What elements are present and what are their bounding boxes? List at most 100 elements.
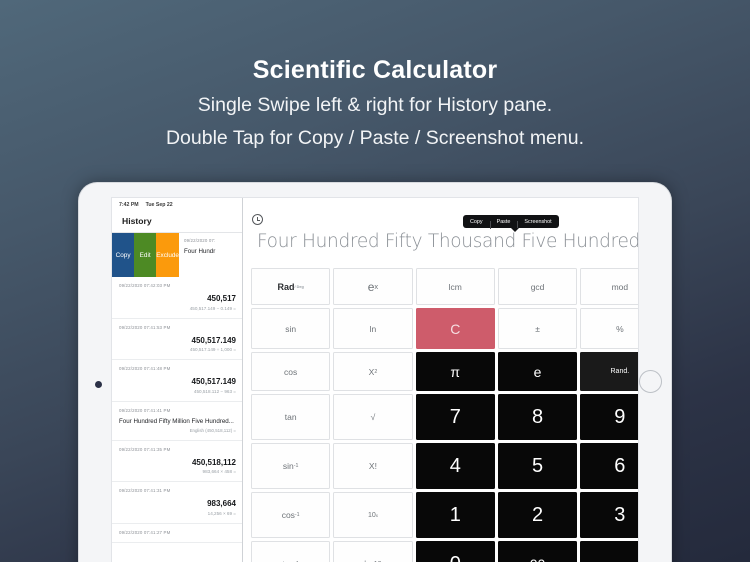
key-digit-9[interactable]: 9 [580, 394, 638, 440]
display-area[interactable]: Copy Paste Screenshot Four Hundred Fifty… [243, 215, 639, 252]
calculator-status-bar: ▾ 100% [243, 198, 638, 210]
history-item-text: Four Hundr [184, 248, 216, 255]
history-item[interactable]: 09/22/2020 07:41:41 PM Four Hundred Fift… [112, 402, 242, 441]
key-digit-6[interactable]: 6 [580, 443, 638, 489]
key-superscript: -1 [294, 512, 300, 518]
history-item-time: 09/22/2020 07:41:27 PM [119, 529, 171, 535]
key-percent[interactable]: % [580, 308, 638, 349]
key-label: 4 [449, 454, 461, 477]
swipe-action-exclude[interactable]: Exclude [156, 233, 179, 277]
swipe-action-copy[interactable]: Copy [112, 233, 135, 277]
key-label: 5 [531, 454, 544, 477]
key-factorial[interactable]: X! [333, 443, 413, 489]
history-item-expression: 450,517.149 ÷ 1,000 = [189, 347, 236, 352]
key-label: 00 [530, 556, 546, 562]
key-label: 3 [614, 503, 626, 526]
key-label: e [367, 279, 375, 294]
key-digit-1[interactable]: 1 [415, 492, 495, 538]
key-label: cos [284, 366, 298, 377]
key-rad-deg[interactable]: Rad / Deg [251, 268, 331, 305]
history-item[interactable]: 09/22/2020 07:41:27 PM [112, 524, 242, 543]
menu-item-copy[interactable]: Copy [463, 219, 490, 225]
key-gcd[interactable]: gcd [497, 268, 578, 305]
key-label: 8 [531, 405, 544, 428]
key-superscript: x [375, 512, 378, 518]
key-clear[interactable]: C [415, 308, 495, 349]
history-item-time: 09/22/2020 07:41:41 PM [119, 407, 171, 413]
key-decimal-point[interactable]: . [580, 541, 638, 562]
display-value: Four Hundred Fifty Thousand Five Hundred… [257, 231, 639, 252]
history-title: History [122, 216, 152, 226]
history-item-text: Four Hundred Fifty Million Five Hundred.… [119, 417, 234, 425]
history-clock-icon[interactable] [252, 214, 263, 225]
page-title: Scientific Calculator [252, 56, 498, 84]
key-ten-power-x[interactable]: 10 x [333, 492, 413, 538]
key-random[interactable]: Rand. [580, 352, 638, 391]
camera-icon [94, 381, 102, 388]
swipe-action-edit[interactable]: Edit [134, 233, 157, 277]
history-item-result: 450,517.149 [191, 377, 237, 386]
home-button[interactable] [639, 370, 662, 393]
key-pi[interactable]: π [415, 352, 495, 391]
history-row-swiped[interactable]: Copy Edit Exclude 09/22/2020 07: Four Hu… [112, 233, 242, 277]
history-item[interactable]: 09/22/2020 07:41:48 PM 450,517.149 450,5… [112, 360, 242, 402]
calculator-pane: ▾ 100% ← → Copy Paste Screenshot Four Hu… [243, 198, 639, 562]
history-item[interactable]: 09/22/2020 07:41:53 PM 450,517.149 450,5… [112, 319, 242, 360]
key-label: cos [281, 510, 295, 520]
key-digit-5[interactable]: 5 [497, 443, 578, 489]
key-mod[interactable]: mod [580, 268, 638, 305]
key-cos[interactable]: cos [251, 352, 331, 391]
key-acos[interactable]: cos -1 [251, 492, 331, 538]
tablet-device: 7:42 PM Tue Sep 22 History Copy Edit Exc… [78, 182, 672, 562]
history-item-time: 09/22/2020 07: [184, 238, 216, 243]
key-label: sin [285, 323, 297, 334]
key-sin[interactable]: sin [251, 308, 331, 349]
key-superscript: -1 [293, 463, 299, 469]
ipad-status-bar: 7:42 PM Tue Sep 22 [112, 198, 242, 210]
key-label: 6 [614, 454, 626, 477]
key-asin[interactable]: sin -1 [251, 443, 331, 489]
status-time: 7:42 PM [119, 202, 139, 208]
menu-item-screenshot[interactable]: Screenshot [517, 219, 558, 229]
menu-item-paste[interactable]: Paste [489, 219, 518, 229]
key-sqrt[interactable]: √ [333, 394, 413, 440]
history-list[interactable]: Copy Edit Exclude 09/22/2020 07: Four Hu… [112, 233, 242, 543]
history-item-time: 09/22/2020 07:41:31 PM [119, 488, 171, 493]
key-tan[interactable]: tan [251, 394, 331, 440]
key-digit-2[interactable]: 2 [497, 492, 578, 538]
key-superscript: 2 [374, 368, 378, 375]
history-item-expression: 450,517.149 − 0.149 = [189, 305, 236, 311]
key-digit-7[interactable]: 7 [415, 394, 495, 440]
history-item[interactable]: 09/22/2020 07:41:31 PM 983,664 14,256 × … [112, 482, 242, 524]
key-log10[interactable]: log10 [333, 541, 413, 562]
key-digit-0[interactable]: 0 [415, 541, 495, 562]
status-date: Tue Sep 22 [145, 202, 173, 208]
key-digit-3[interactable]: 3 [580, 492, 638, 538]
history-item-result: 450,517.149 [191, 335, 237, 345]
history-item-time: 09/22/2020 07:41:35 PM [119, 446, 171, 452]
key-atan[interactable]: tan-1 [251, 541, 331, 562]
key-euler[interactable]: e [497, 352, 578, 391]
key-lcm[interactable]: lcm [415, 268, 495, 305]
history-item[interactable]: 09/22/2020 07:42:03 PM 450,517 450,517.1… [112, 277, 242, 319]
key-digit-8[interactable]: 8 [497, 394, 578, 440]
key-e-power-x[interactable]: ex [333, 268, 413, 305]
history-item-time: 09/22/2020 07:41:48 PM [119, 366, 171, 371]
context-menu-popup[interactable]: Copy Paste Screenshot [463, 215, 559, 232]
key-label: . [617, 553, 623, 562]
promo-header: Scientific Calculator Single Swipe left … [0, 0, 750, 151]
key-label: lcm [448, 281, 462, 292]
key-digit-00[interactable]: 00 [497, 541, 578, 562]
promo-subtitle-line2: Double Tap for Copy / Paste / Screenshot… [165, 126, 585, 149]
key-x-squared[interactable]: X2 [333, 352, 413, 391]
key-digit-4[interactable]: 4 [415, 443, 495, 489]
history-item[interactable]: 09/22/2020 07:41:35 PM 450,518,112 983,6… [112, 441, 242, 482]
key-subscript: / Deg [294, 284, 304, 289]
keypad: Rad/ Degexlcmgcdmod?sinlnC±%←cosX2πeRand… [243, 264, 638, 562]
key-plus-minus[interactable]: ± [497, 308, 578, 349]
history-row-content[interactable]: 09/22/2020 07: Four Hundr [179, 233, 242, 277]
history-pane: 7:42 PM Tue Sep 22 History Copy Edit Exc… [112, 198, 243, 562]
key-superscript: x [374, 282, 379, 291]
history-item-result: 450,518,112 [191, 457, 236, 467]
key-ln[interactable]: ln [333, 308, 413, 349]
